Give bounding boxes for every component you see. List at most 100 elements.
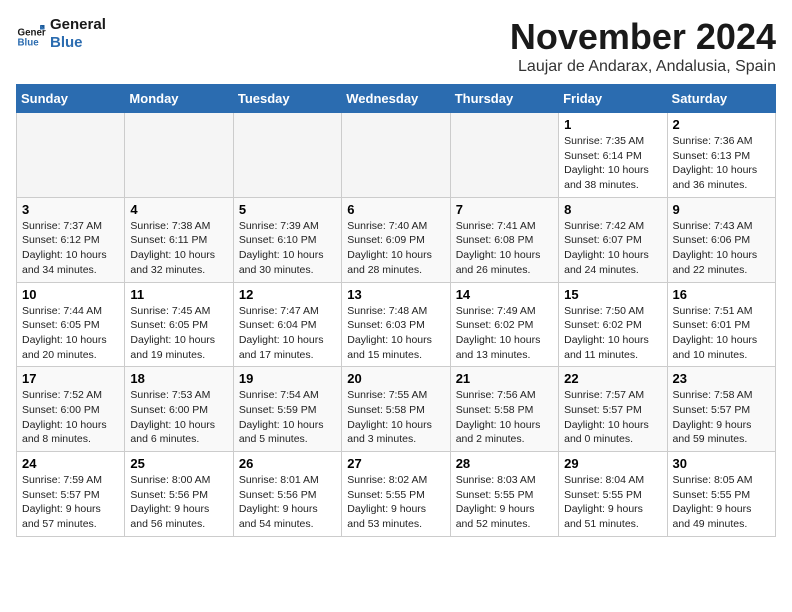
day-info: Sunrise: 7:52 AM Sunset: 6:00 PM Dayligh…: [22, 388, 119, 447]
day-info: Sunrise: 7:45 AM Sunset: 6:05 PM Dayligh…: [130, 304, 227, 363]
day-cell: 7Sunrise: 7:41 AM Sunset: 6:08 PM Daylig…: [450, 197, 558, 282]
day-cell: 23Sunrise: 7:58 AM Sunset: 5:57 PM Dayli…: [667, 367, 775, 452]
day-cell: 18 Sunrise: 7:53 AM Sunset: 6:00 PM Dayli…: [125, 367, 233, 452]
day-cell: [125, 113, 233, 198]
day-cell: 3 Sunrise: 7:37 AM Sunset: 6:12 PM Daylig…: [17, 197, 125, 282]
day-number: 8: [564, 202, 661, 217]
day-cell: 19Sunrise: 7:54 AM Sunset: 5:59 PM Dayli…: [233, 367, 341, 452]
day-number: 13: [347, 287, 444, 302]
day-number: 22: [564, 371, 661, 386]
day-cell: [17, 113, 125, 198]
day-cell: 10 Sunrise: 7:44 AM Sunset: 6:05 PM Dayli…: [17, 282, 125, 367]
day-number: 12: [239, 287, 336, 302]
day-info: Sunrise: 7:47 AM Sunset: 6:04 PM Dayligh…: [239, 304, 336, 363]
header-sunday: Sunday: [17, 85, 125, 113]
day-cell: 12 Sunrise: 7:47 AM Sunset: 6:04 PM Dayli…: [233, 282, 341, 367]
day-cell: 17 Sunrise: 7:52 AM Sunset: 6:00 PM Dayli…: [17, 367, 125, 452]
day-cell: 28 Sunrise: 8:03 AM Sunset: 5:55 PM Dayli…: [450, 452, 558, 537]
day-number: 10: [22, 287, 119, 302]
day-cell: 27Sunrise: 8:02 AM Sunset: 5:55 PM Dayli…: [342, 452, 450, 537]
calendar-table: Sunday Monday Tuesday Wednesday Thursday…: [16, 84, 776, 537]
day-number: 21: [456, 371, 553, 386]
day-info: Sunrise: 7:43 AM Sunset: 6:06 PM Dayligh…: [673, 219, 770, 278]
day-cell: 30Sunrise: 8:05 AM Sunset: 5:55 PM Dayli…: [667, 452, 775, 537]
svg-text:Blue: Blue: [18, 37, 40, 48]
day-info: Sunrise: 7:51 AM Sunset: 6:01 PM Dayligh…: [673, 304, 770, 363]
day-cell: 29 Sunrise: 8:04 AM Sunset: 5:55 PM Dayli…: [559, 452, 667, 537]
day-info: Sunrise: 7:56 AM Sunset: 5:58 PM Dayligh…: [456, 388, 553, 447]
day-cell: 14Sunrise: 7:49 AM Sunset: 6:02 PM Dayli…: [450, 282, 558, 367]
day-cell: 24Sunrise: 7:59 AM Sunset: 5:57 PM Dayli…: [17, 452, 125, 537]
week-row-0: 1Sunrise: 7:35 AM Sunset: 6:14 PM Daylig…: [17, 113, 776, 198]
day-number: 19: [239, 371, 336, 386]
day-info: Sunrise: 7:39 AM Sunset: 6:10 PM Dayligh…: [239, 219, 336, 278]
day-info: Sunrise: 7:37 AM Sunset: 6:12 PM Dayligh…: [22, 219, 119, 278]
header-wednesday: Wednesday: [342, 85, 450, 113]
day-number: 30: [673, 456, 770, 471]
day-info: Sunrise: 8:04 AM Sunset: 5:55 PM Dayligh…: [564, 473, 661, 532]
day-info: Sunrise: 7:48 AM Sunset: 6:03 PM Dayligh…: [347, 304, 444, 363]
day-cell: [342, 113, 450, 198]
header: General Blue General Blue November 2024 …: [16, 16, 776, 76]
day-number: 29: [564, 456, 661, 471]
day-cell: 5 Sunrise: 7:39 AM Sunset: 6:10 PM Daylig…: [233, 197, 341, 282]
day-cell: 4Sunrise: 7:38 AM Sunset: 6:11 PM Daylig…: [125, 197, 233, 282]
day-number: 9: [673, 202, 770, 217]
day-cell: 9 Sunrise: 7:43 AM Sunset: 6:06 PM Daylig…: [667, 197, 775, 282]
week-row-4: 24Sunrise: 7:59 AM Sunset: 5:57 PM Dayli…: [17, 452, 776, 537]
month-title: November 2024: [510, 16, 776, 58]
header-monday: Monday: [125, 85, 233, 113]
day-info: Sunrise: 7:50 AM Sunset: 6:02 PM Dayligh…: [564, 304, 661, 363]
day-info: Sunrise: 7:55 AM Sunset: 5:58 PM Dayligh…: [347, 388, 444, 447]
day-info: Sunrise: 7:53 AM Sunset: 6:00 PM Dayligh…: [130, 388, 227, 447]
day-cell: 16Sunrise: 7:51 AM Sunset: 6:01 PM Dayli…: [667, 282, 775, 367]
day-cell: 11 Sunrise: 7:45 AM Sunset: 6:05 PM Dayli…: [125, 282, 233, 367]
day-number: 28: [456, 456, 553, 471]
day-number: 6: [347, 202, 444, 217]
logo-icon: General Blue: [16, 19, 46, 49]
day-number: 11: [130, 287, 227, 302]
day-info: Sunrise: 8:01 AM Sunset: 5:56 PM Dayligh…: [239, 473, 336, 532]
day-cell: 26 Sunrise: 8:01 AM Sunset: 5:56 PM Dayli…: [233, 452, 341, 537]
day-number: 3: [22, 202, 119, 217]
day-info: Sunrise: 7:57 AM Sunset: 5:57 PM Dayligh…: [564, 388, 661, 447]
day-number: 20: [347, 371, 444, 386]
day-number: 7: [456, 202, 553, 217]
day-cell: 25Sunrise: 8:00 AM Sunset: 5:56 PM Dayli…: [125, 452, 233, 537]
day-number: 18: [130, 371, 227, 386]
day-cell: 15 Sunrise: 7:50 AM Sunset: 6:02 PM Dayli…: [559, 282, 667, 367]
day-number: 24: [22, 456, 119, 471]
day-number: 15: [564, 287, 661, 302]
day-number: 17: [22, 371, 119, 386]
day-info: Sunrise: 7:44 AM Sunset: 6:05 PM Dayligh…: [22, 304, 119, 363]
day-number: 26: [239, 456, 336, 471]
day-cell: 13 Sunrise: 7:48 AM Sunset: 6:03 PM Dayli…: [342, 282, 450, 367]
logo-line1: General: [50, 16, 106, 34]
day-number: 14: [456, 287, 553, 302]
week-row-3: 17 Sunrise: 7:52 AM Sunset: 6:00 PM Dayli…: [17, 367, 776, 452]
location-title: Laujar de Andarax, Andalusia, Spain: [510, 58, 776, 76]
day-cell: 1Sunrise: 7:35 AM Sunset: 6:14 PM Daylig…: [559, 113, 667, 198]
week-row-2: 10 Sunrise: 7:44 AM Sunset: 6:05 PM Dayli…: [17, 282, 776, 367]
title-area: November 2024 Laujar de Andarax, Andalus…: [510, 16, 776, 76]
day-info: Sunrise: 7:42 AM Sunset: 6:07 PM Dayligh…: [564, 219, 661, 278]
day-info: Sunrise: 8:03 AM Sunset: 5:55 PM Dayligh…: [456, 473, 553, 532]
day-cell: 20 Sunrise: 7:55 AM Sunset: 5:58 PM Dayli…: [342, 367, 450, 452]
day-number: 5: [239, 202, 336, 217]
day-cell: [233, 113, 341, 198]
day-number: 25: [130, 456, 227, 471]
day-number: 23: [673, 371, 770, 386]
day-number: 2: [673, 117, 770, 132]
day-info: Sunrise: 7:36 AM Sunset: 6:13 PM Dayligh…: [673, 134, 770, 193]
day-cell: 22 Sunrise: 7:57 AM Sunset: 5:57 PM Dayli…: [559, 367, 667, 452]
weekday-header-row: Sunday Monday Tuesday Wednesday Thursday…: [17, 85, 776, 113]
day-info: Sunrise: 7:38 AM Sunset: 6:11 PM Dayligh…: [130, 219, 227, 278]
day-cell: 6 Sunrise: 7:40 AM Sunset: 6:09 PM Daylig…: [342, 197, 450, 282]
day-cell: 8 Sunrise: 7:42 AM Sunset: 6:07 PM Daylig…: [559, 197, 667, 282]
calendar-header: Sunday Monday Tuesday Wednesday Thursday…: [17, 85, 776, 113]
logo: General Blue General Blue: [16, 16, 106, 52]
header-saturday: Saturday: [667, 85, 775, 113]
day-info: Sunrise: 7:40 AM Sunset: 6:09 PM Dayligh…: [347, 219, 444, 278]
logo-line2: Blue: [50, 34, 106, 52]
header-thursday: Thursday: [450, 85, 558, 113]
